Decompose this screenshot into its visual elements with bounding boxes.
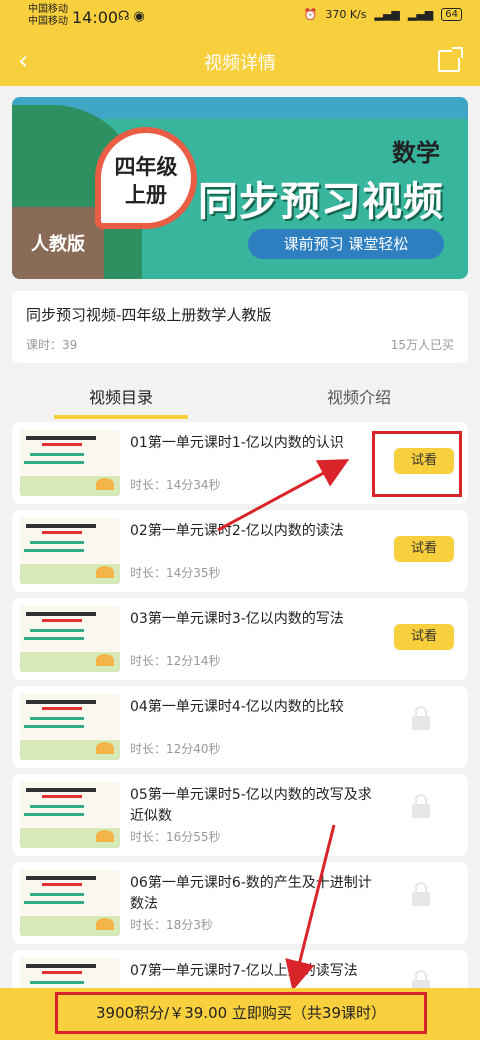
grade-line-1: 四年级 [114,155,178,179]
list-item[interactable]: 04第一单元课时4-亿以内数的比较 时长：12分40秒 [12,686,468,768]
tab-intro[interactable]: 视频介绍 [327,384,391,408]
thumb-line-1 [30,541,84,544]
thumb-title [26,524,96,528]
thumb-line-1 [30,805,84,808]
list-item[interactable]: 06第一单元课时6-数的产生及十进制计数法时长：18分3秒 [12,862,468,944]
video-thumbnail [20,870,120,936]
course-info-card: 同步预习视频-四年级上册数学人教版 课时：39 15万人已买 [12,291,468,363]
grade-badge: 四年级 上册 [95,127,197,229]
signal-icon: ▂▄▆ [374,8,400,21]
thumb-figure [96,566,114,578]
subject-label: 数学 [392,139,440,167]
thumb-edition [42,795,82,798]
nav-bar: ‹ 视频详情 [0,36,480,86]
lock-icon [412,882,430,906]
thumb-figure [96,830,114,842]
lesson-duration: 时长：12分40秒 [130,742,221,756]
thumb-line-2 [24,725,84,728]
status-icons: ☊◉ [118,9,149,24]
net-speed: 370 K/s [325,8,367,21]
learner-count: 15万人已买 [390,338,454,352]
lesson-name: 05第一单元课时5-亿以内数的改写及求近似数 [130,787,372,824]
eye-icon: ◉ [133,9,149,24]
battery-icon: 64 [441,8,462,21]
thumb-line-2 [24,637,84,640]
thumb-title [26,876,96,880]
thumb-edition [42,971,82,974]
video-thumbnail [20,518,120,584]
lesson-duration: 时长：12分14秒 [130,654,221,668]
thumb-line-2 [24,813,84,816]
list-item[interactable]: 05第一单元课时5-亿以内数的改写及求近似数时长：16分55秒 [12,774,468,856]
video-thumbnail [20,694,120,760]
lesson-count: 课时：39 [26,338,78,352]
thumb-edition [42,619,82,622]
tab-catalog[interactable]: 视频目录 [89,384,153,408]
banner-headline: 同步预习视频 [198,179,444,225]
lock-icon [412,706,430,730]
banner-slogan: 课前预习 课堂轻松 [248,229,444,259]
active-tab-indicator [54,415,188,419]
thumb-title [26,436,96,440]
lesson-name: 07第一单元课时7-亿以上数的读写法 [130,963,358,979]
lesson-name: 06第一单元课时6-数的产生及十进制计数法 [130,875,372,912]
thumb-line-1 [30,981,84,984]
headphones-icon: ☊ [118,9,134,24]
grade-line-2: 上册 [125,183,167,207]
thumb-title [26,788,96,792]
thumb-title [26,964,96,968]
status-right: ⏰ 370 K/s ▂▄▆ ▂▄▆ 64 [304,8,462,21]
lesson-name: 02第一单元课时2-亿以内数的读法 [130,523,344,539]
thumb-edition [42,443,82,446]
thumb-line-2 [24,461,84,464]
course-title: 同步预习视频-四年级上册数学人教版 [26,306,272,324]
thumb-edition [42,707,82,710]
course-banner: 人教版 四年级 上册 数学 同步预习视频 课前预习 课堂轻松 [12,97,468,279]
status-bar: 中国移动 中国移动 14:00 ☊◉ ⏰ 370 K/s ▂▄▆ ▂▄▆ 64 [0,0,480,36]
lesson-duration: 时长：14分35秒 [130,566,221,580]
video-thumbnail [20,782,120,848]
tab-bar: 视频目录 视频介绍 [0,370,480,419]
thumb-edition [42,531,82,534]
lesson-name: 03第一单元课时3-亿以内数的写法 [130,611,344,627]
list-item[interactable]: 02第一单元课时2-亿以内数的读法 时长：14分35秒 试看 [12,510,468,592]
signal-icon-2: ▂▄▆ [407,8,434,21]
lesson-duration: 时长：14分34秒 [130,478,221,492]
thumb-line-2 [24,901,84,904]
edition-label: 人教版 [12,207,104,279]
thumb-line-1 [30,717,84,720]
thumb-figure [96,654,114,666]
lesson-name: 04第一单元课时4-亿以内数的比较 [130,699,344,715]
video-thumbnail [20,606,120,672]
trial-button[interactable]: 试看 [394,624,454,650]
lesson-duration: 时长：18分3秒 [130,918,213,932]
trial-button[interactable]: 试看 [394,536,454,562]
clock: 14:00 [72,8,119,27]
carrier-2: 中国移动 [28,16,68,27]
share-icon[interactable] [438,47,463,72]
buy-button[interactable]: 3900积分/￥39.00 立即购买（共39课时） [55,992,427,1034]
page-title: 视频详情 [204,53,276,74]
lesson-name: 01第一单元课时1-亿以内数的认识 [130,435,344,451]
thumb-figure [96,742,114,754]
carrier-info: 中国移动 中国移动 [28,4,68,28]
video-thumbnail [20,430,120,496]
thumb-line-2 [24,549,84,552]
carrier-1: 中国移动 [28,4,68,15]
alarm-icon: ⏰ [303,8,318,21]
list-item[interactable]: 03第一单元课时3-亿以内数的写法 时长：12分14秒 试看 [12,598,468,680]
thumb-line-1 [30,453,84,456]
lock-icon [412,794,430,818]
thumb-line-1 [30,629,84,632]
lesson-duration: 时长：16分55秒 [130,830,221,844]
highlight-box [372,431,462,497]
thumb-edition [42,883,82,886]
thumb-title [26,700,96,704]
thumb-line-1 [30,893,84,896]
thumb-title [26,612,96,616]
thumb-figure [96,478,114,490]
thumb-figure [96,918,114,930]
